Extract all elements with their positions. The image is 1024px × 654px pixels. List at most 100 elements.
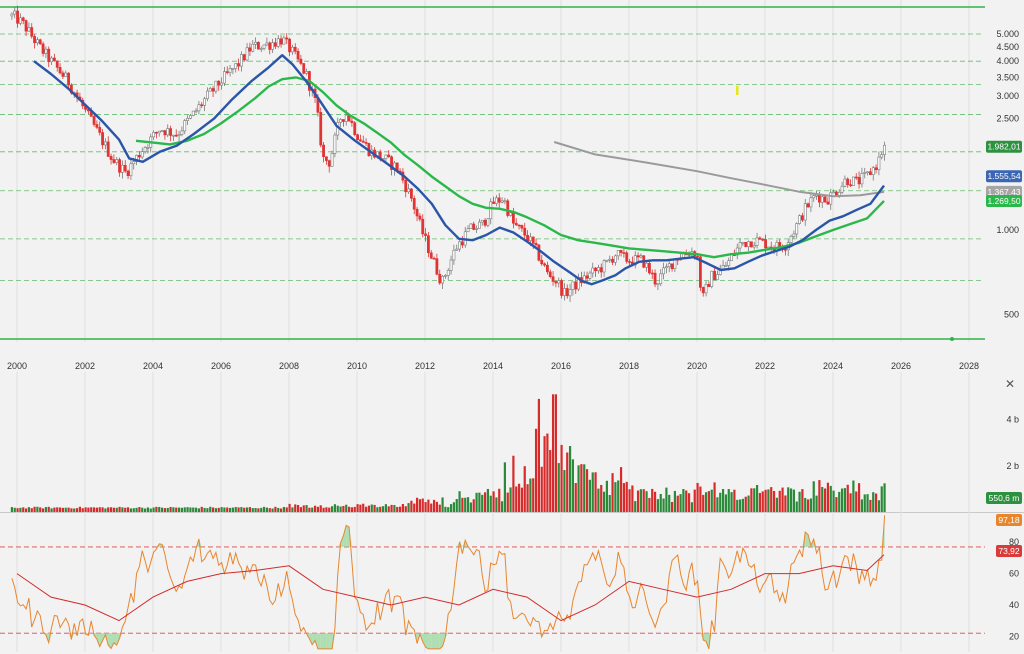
candle-body — [265, 42, 269, 46]
candle-body — [330, 153, 334, 167]
candle-body — [121, 164, 124, 173]
candle-body — [747, 241, 750, 247]
candle-body — [809, 197, 813, 208]
candle-body — [424, 233, 427, 236]
volume-bar — [563, 470, 566, 512]
volume-bar — [557, 463, 560, 512]
candle-body — [245, 47, 249, 61]
volume-bar — [87, 507, 90, 512]
volume-bar — [126, 507, 130, 512]
candle-body — [591, 267, 595, 274]
volume-bar — [265, 507, 268, 512]
volume-bar — [237, 507, 240, 512]
volume-bar — [843, 488, 846, 512]
volume-bar — [634, 501, 637, 512]
volume-bar — [602, 491, 606, 512]
candle-body — [95, 124, 99, 128]
volume-bar — [316, 506, 319, 512]
candle-body — [194, 110, 198, 113]
volume-bar — [721, 489, 725, 512]
volume-bar — [560, 444, 563, 512]
candle-body — [183, 120, 187, 132]
volume-bar — [679, 494, 682, 512]
candle-body — [534, 243, 538, 246]
volume-bar — [585, 469, 589, 512]
volume-bar — [398, 506, 402, 512]
price-tick-label: 5.000 — [996, 29, 1019, 39]
candle-body — [208, 88, 212, 92]
candle-body — [585, 275, 589, 279]
candle-body — [829, 192, 833, 205]
candle-body — [574, 281, 578, 290]
volume-bar — [39, 507, 42, 512]
candle-body — [112, 159, 116, 163]
candle-body — [299, 58, 303, 64]
candle-body — [426, 235, 430, 254]
candle-body — [259, 48, 263, 50]
volume-bar — [506, 492, 509, 512]
candle-body — [302, 63, 306, 74]
candle-body — [480, 219, 484, 223]
osc-oversold-fill — [326, 633, 330, 649]
volume-bar — [690, 502, 693, 512]
candle-body — [412, 198, 416, 210]
candle-body — [16, 10, 19, 24]
candle-body — [752, 245, 756, 248]
volume-bar — [500, 501, 504, 512]
candle-body — [152, 132, 155, 138]
volume-bar — [710, 489, 713, 512]
candle-body — [217, 80, 221, 86]
volume-bar — [574, 483, 577, 512]
volume-bar — [608, 494, 611, 512]
candle-body — [231, 68, 235, 70]
volume-bar — [10, 507, 13, 512]
candle-body — [545, 264, 549, 273]
candle-body — [186, 118, 189, 121]
candle-body — [115, 159, 119, 163]
candle-body — [41, 43, 45, 54]
volume-badge-text: 550,6 m — [989, 493, 1020, 503]
candle-body — [211, 88, 215, 92]
volume-bar — [625, 481, 628, 512]
candle-body — [282, 37, 286, 45]
candle-body — [324, 156, 328, 161]
osc-tick-label: 60 — [1009, 569, 1019, 579]
volume-bar — [427, 499, 430, 512]
volume-bar — [458, 491, 461, 512]
candle-body — [191, 110, 195, 116]
candle-body — [361, 140, 365, 143]
candle-body — [509, 212, 512, 216]
osc-oversold-fill — [431, 633, 435, 649]
x-tick-label: 2024 — [823, 361, 843, 371]
volume-bar — [274, 506, 277, 512]
candle-body — [268, 42, 272, 50]
candle-body — [67, 72, 70, 86]
candle-body — [568, 289, 572, 297]
volume-bar — [152, 507, 155, 512]
candle-body — [458, 241, 461, 250]
candle-body — [710, 270, 714, 287]
osc-overbought-fill — [346, 525, 350, 547]
close-panel-button[interactable]: ✕ — [1003, 377, 1017, 391]
volume-bar — [826, 482, 829, 512]
volume-bar — [107, 507, 110, 512]
volume-bar — [758, 492, 761, 512]
volume-bar — [285, 507, 288, 512]
price-tick-label: 3.000 — [996, 91, 1019, 101]
volume-bar — [772, 490, 776, 512]
volume-bar — [818, 480, 821, 512]
candle-body — [673, 259, 677, 269]
candle-body — [517, 224, 521, 227]
volume-bar — [101, 507, 104, 512]
volume-bar — [619, 467, 623, 512]
candle-body — [35, 39, 39, 44]
volume-bar — [724, 494, 727, 512]
volume-bar — [515, 486, 518, 512]
candle-body — [364, 142, 368, 144]
volume-bar — [359, 504, 362, 512]
volume-bar — [795, 501, 798, 512]
volume-bar — [509, 487, 512, 512]
candle-body — [177, 134, 181, 136]
candle-body — [667, 263, 671, 267]
volume-bar — [495, 497, 498, 512]
